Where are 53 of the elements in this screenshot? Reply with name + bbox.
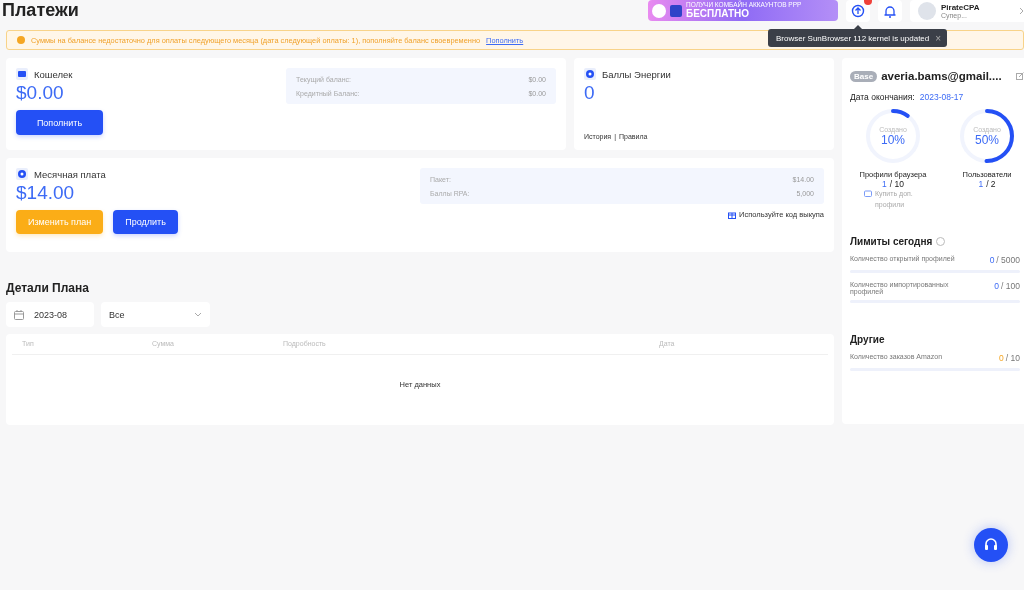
coin-icon [16,168,28,180]
close-button[interactable]: × [935,32,942,44]
refresh-icon [851,4,865,18]
warning-icon [17,36,25,44]
type-dropdown[interactable]: Все [101,302,210,327]
support-button[interactable] [974,528,1008,562]
banner-headline: БЕСПЛАТНО [686,8,751,19]
user-avatar [918,2,936,20]
gift-icon [728,210,737,219]
used-count: 0 [989,255,995,265]
wallet-icon [16,68,28,80]
top-up-button[interactable]: Пополнить [16,110,103,135]
progress-ring [864,107,922,165]
account-email: averia.bams@gmail.... [881,70,1003,82]
fee-amount: $14.00 [16,182,76,204]
ring-percent: 10% [881,132,905,147]
coin-icon [584,68,596,80]
tooltip-text: Browser SunBrowser 112 kernel is updated [776,33,930,43]
notifications-button[interactable] [878,0,902,22]
used-count: 0 [994,281,1000,293]
section-title: Лимиты сегодня [850,236,933,247]
ring-percent: 50% [975,132,999,147]
update-button[interactable] [846,0,870,22]
total-count: / 5000 [996,255,1020,265]
used-count: 1 [882,179,887,189]
edit-icon [1016,72,1024,80]
card-title: Кошелек [34,68,73,80]
total-count: / 10 [889,179,904,189]
card-title: Баллы Энергии [602,68,671,80]
calendar-icon [14,309,24,320]
energy-amount: 0 [584,82,596,104]
total-count: / 100 [1001,281,1020,293]
progress-ring [958,107,1016,165]
expiry-date: 2023-08-17 [919,92,964,102]
page-title: Платежи [2,0,80,21]
user-name: PirateCPA [941,2,981,13]
chevron-right-icon [1019,7,1024,15]
section-title: Детали Плана [6,281,90,295]
plan-badge: Base [850,70,878,82]
balance-amount: $0.00 [16,82,65,104]
section-title: Другие [850,334,885,345]
used-count: 1 [978,179,984,189]
bell-icon [884,4,896,18]
used-count: 0 [999,353,1004,363]
headset-icon [983,537,999,553]
bag-icon [864,189,872,197]
total-count: / 10 [1005,353,1020,363]
total-count: / 2 [986,179,996,189]
chevron-down-icon [194,312,202,317]
card-title: Месячная плата [34,168,106,180]
month-picker[interactable]: 2023-08 [6,302,94,327]
expiry-label: Дата окончания: [850,92,915,102]
renew-button[interactable]: Продлить [113,210,178,234]
